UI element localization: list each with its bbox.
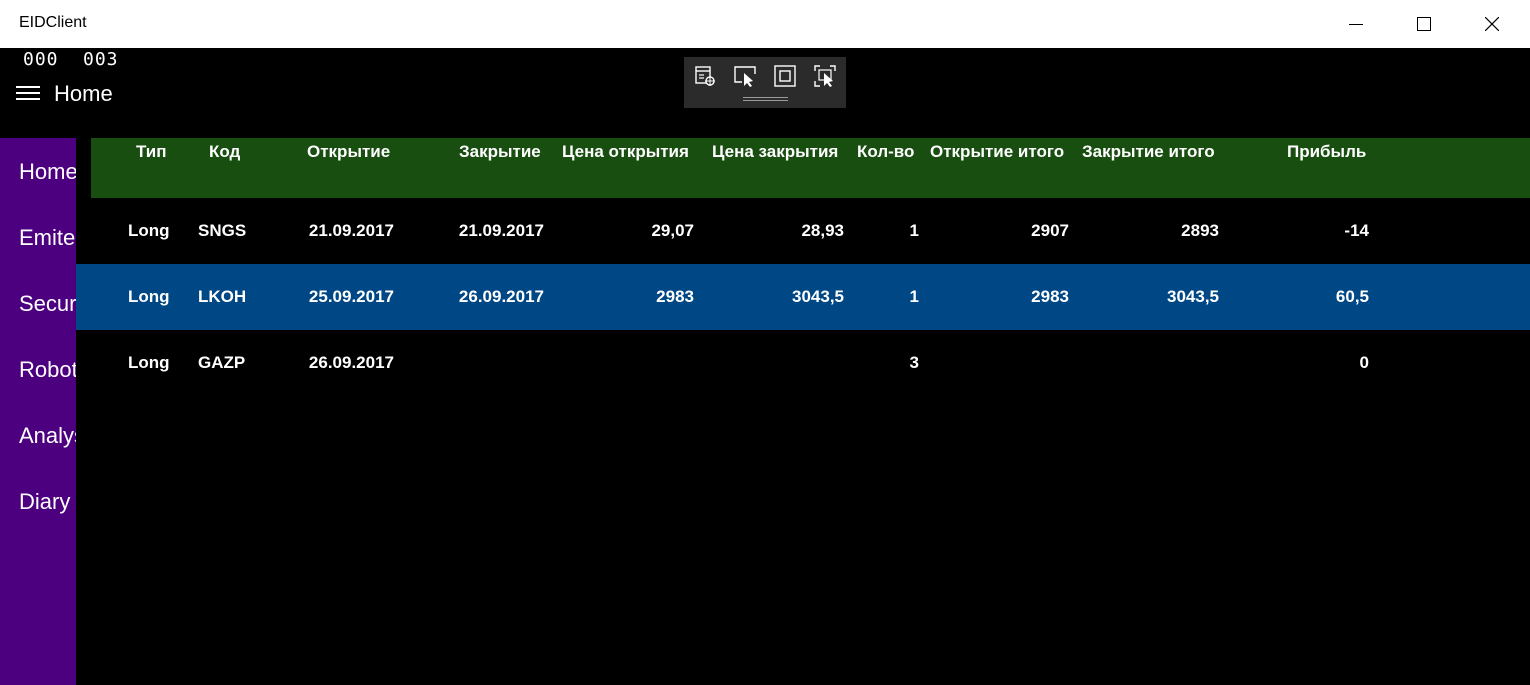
cell-qty: 1 [909,287,919,306]
sidebar-item-diary[interactable]: Diary [19,489,70,515]
maximize-button[interactable] [1390,0,1458,48]
cell-close-price: 3043,5 [792,287,844,306]
cell-open-price: 29,07 [651,221,694,240]
display-layout-adorners-icon[interactable] [770,61,800,91]
cell-open-date: 26.09.2017 [308,353,394,372]
debug-toolbar [684,57,846,108]
sidebar-item-robots[interactable]: Robots [19,357,76,383]
column-header-type[interactable]: Тип [136,142,166,162]
cell-profit: 0 [1359,353,1369,372]
column-header-close-price[interactable]: Цена закрытия [712,142,838,162]
cell-qty: 1 [909,221,919,240]
track-focus-icon[interactable] [810,61,840,91]
table-header: Тип Код Открытие Закрытие Цена открытия … [91,138,1530,198]
cell-close-date: 21.09.2017 [458,221,544,240]
cell-profit: -14 [1344,221,1369,240]
minimize-icon [1349,24,1363,25]
window-titlebar[interactable]: EIDClient [0,0,1530,48]
cell-type: Long [128,287,170,306]
cell-code: GAZP [198,353,246,372]
cell-type: Long [128,221,170,240]
table-row[interactable]: Long GAZP 26.09.2017 3 0 [76,330,1530,396]
cell-close-total: 3043,5 [1167,287,1219,306]
cell-qty: 3 [909,353,919,372]
cell-open-date: 21.09.2017 [308,221,394,240]
toolbar-drag-handle[interactable] [743,97,788,103]
column-header-profit[interactable]: Прибыль [1287,142,1366,162]
page-title: Home [54,81,113,106]
hamburger-icon[interactable] [16,86,40,102]
cell-profit: 60,5 [1335,287,1369,306]
column-header-close-total[interactable]: Закрытие итого [1082,142,1215,162]
cell-open-date: 25.09.2017 [308,287,394,306]
table-row-selected[interactable]: Long LKOH 25.09.2017 26.09.2017 2983 304… [76,264,1530,330]
minimize-button[interactable] [1322,0,1390,48]
column-header-close-date[interactable]: Закрытие [459,142,541,162]
column-header-open-total[interactable]: Открытие итого [930,142,1064,162]
select-element-icon[interactable] [730,61,760,91]
sidebar-item-emitents[interactable]: Emitents [19,225,76,251]
maximize-icon [1417,17,1431,31]
cell-close-total: 2893 [1181,221,1219,240]
cell-open-total: 2983 [1031,287,1069,306]
cell-code: LKOH [198,287,247,306]
cell-type: Long [128,353,170,372]
frame-counter-1: 000 [23,49,59,70]
window-title: EIDClient [19,14,87,31]
visual-tree-icon[interactable] [690,61,720,91]
sidebar-item-securities[interactable]: Securities [19,291,76,317]
column-header-code[interactable]: Код [209,142,240,162]
sidebar-item-analysis[interactable]: Analysis [19,423,76,449]
close-icon [1485,17,1499,31]
sidebar-nav: Home Emitents Securities Robots Analysis… [0,138,76,685]
column-header-open-price[interactable]: Цена открытия [562,142,689,162]
cell-code: SNGS [198,221,247,240]
cell-open-price: 2983 [656,287,694,306]
cell-open-total: 2907 [1031,221,1069,240]
cell-close-date: 26.09.2017 [458,287,544,306]
column-header-open-date[interactable]: Открытие [307,142,390,162]
frame-counter-2: 003 [83,49,119,70]
sidebar-item-home[interactable]: Home [19,159,76,185]
cell-close-price: 28,93 [801,221,844,240]
table-row[interactable]: Long SNGS 21.09.2017 21.09.2017 29,07 28… [76,198,1530,264]
close-button[interactable] [1458,0,1526,48]
column-header-qty[interactable]: Кол-во [857,142,914,162]
